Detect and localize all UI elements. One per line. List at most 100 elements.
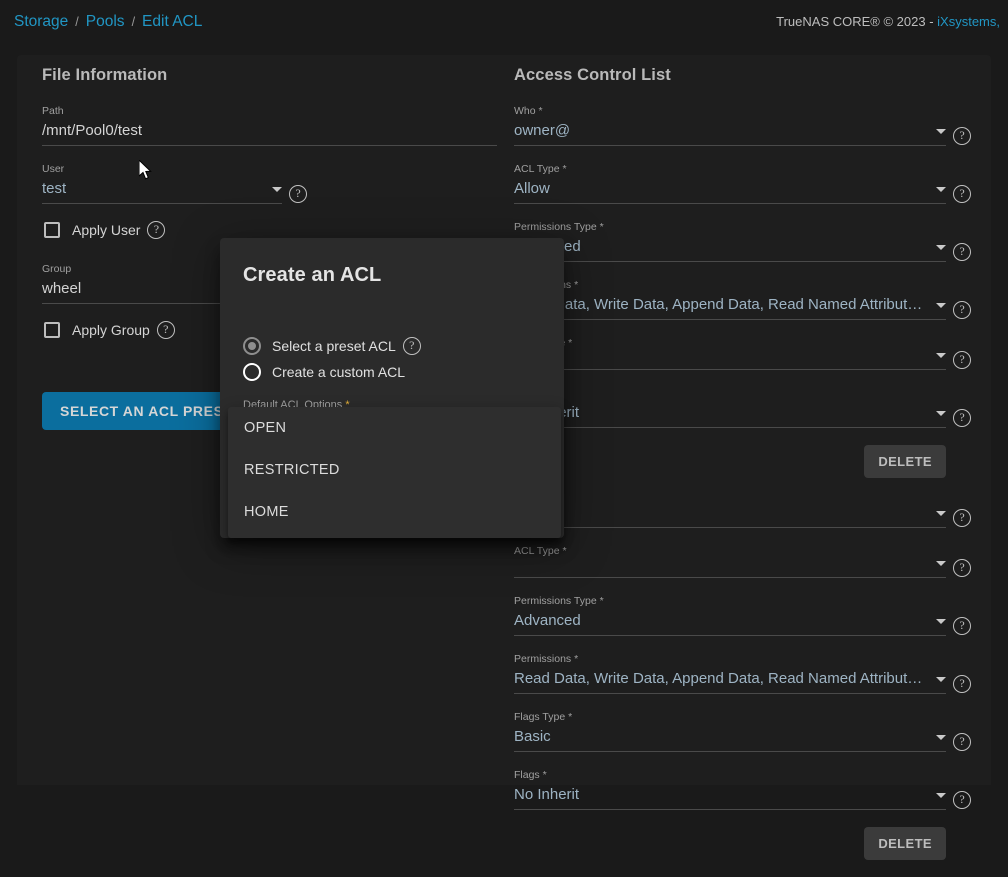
user-value[interactable]: test	[42, 179, 266, 198]
permissions-label: Permissions *	[514, 279, 946, 292]
flags-field[interactable]: Flags * No Inherit ?	[514, 387, 946, 428]
permissions-type-help-icon[interactable]: ?	[953, 243, 971, 261]
apply-group-help-icon[interactable]: ?	[157, 321, 175, 339]
radio-selected-icon[interactable]	[243, 337, 261, 355]
flags-type-help-icon[interactable]: ?	[953, 351, 971, 369]
delete-acl-entry-button[interactable]: DELETE	[864, 827, 946, 860]
access-control-list-title: Access Control List	[514, 66, 969, 85]
permissions-type-label: Permissions Type *	[514, 595, 946, 608]
dropdown-option-home[interactable]: HOME	[228, 491, 561, 533]
path-value: /mnt/Pool0/test	[42, 121, 497, 140]
breadcrumb-item-edit-acl[interactable]: Edit ACL	[136, 13, 208, 31]
flags-type-label: Flags Type *	[514, 337, 946, 350]
user-label: User	[42, 163, 282, 176]
radio-option-create-custom[interactable]: Create a custom ACL	[243, 363, 564, 381]
user-field[interactable]: User test ?	[42, 163, 282, 204]
chevron-down-icon[interactable]	[936, 353, 946, 358]
flags-type-label: Flags Type *	[514, 711, 946, 724]
flags-label: Flags *	[514, 769, 946, 782]
acl-type-label: ACL Type *	[514, 545, 946, 558]
path-field: Path /mnt/Pool0/test	[42, 105, 497, 146]
flags-help-icon[interactable]: ?	[953, 791, 971, 809]
apply-user-help-icon[interactable]: ?	[147, 221, 165, 239]
permissions-type-field[interactable]: Permissions Type * Advanced ?	[514, 221, 946, 262]
who-label: Who *	[514, 495, 946, 508]
permissions-label: Permissions *	[514, 653, 946, 666]
permissions-type-value[interactable]: Advanced	[514, 611, 930, 630]
chevron-down-icon[interactable]	[936, 303, 946, 308]
acl-type-field[interactable]: ACL Type * ?	[514, 545, 946, 578]
acl-entry-actions: DELETE	[514, 445, 946, 478]
apply-user-row[interactable]: Apply User ?	[44, 221, 497, 239]
chevron-down-icon[interactable]	[936, 793, 946, 798]
chevron-down-icon[interactable]	[936, 187, 946, 192]
permissions-field[interactable]: Permissions * Read Data, Write Data, App…	[514, 279, 946, 320]
radio-label-create-custom: Create a custom ACL	[272, 364, 405, 380]
flags-type-value[interactable]: Basic	[514, 727, 930, 746]
chevron-down-icon[interactable]	[936, 561, 946, 566]
apply-user-checkbox[interactable]	[44, 222, 60, 238]
flags-value[interactable]: No Inherit	[514, 403, 930, 422]
apply-group-checkbox[interactable]	[44, 322, 60, 338]
permissions-type-value[interactable]: Advanced	[514, 237, 930, 256]
delete-acl-entry-button[interactable]: DELETE	[864, 445, 946, 478]
chevron-down-icon[interactable]	[936, 129, 946, 134]
chevron-down-icon[interactable]	[936, 245, 946, 250]
user-help-icon[interactable]: ?	[289, 185, 307, 203]
acl-type-value[interactable]: Allow	[514, 179, 930, 198]
flags-label: Flags *	[514, 387, 946, 400]
flags-type-field[interactable]: Flags Type * ?	[514, 337, 946, 370]
chevron-down-icon[interactable]	[936, 735, 946, 740]
chevron-down-icon[interactable]	[272, 187, 282, 192]
who-help-icon[interactable]: ?	[953, 509, 971, 527]
permissions-value[interactable]: Read Data, Write Data, Append Data, Read…	[514, 669, 930, 688]
permissions-type-help-icon[interactable]: ?	[953, 617, 971, 635]
access-control-list-panel: Access Control List Who * owner@ ? ACL T…	[514, 66, 969, 877]
permissions-help-icon[interactable]: ?	[953, 301, 971, 319]
dropdown-option-restricted[interactable]: RESTRICTED	[228, 449, 561, 491]
permissions-value[interactable]: Read Data, Write Data, Append Data, Read…	[514, 295, 930, 314]
apply-user-label: Apply User	[72, 222, 140, 238]
acl-type-help-icon[interactable]: ?	[953, 185, 971, 203]
default-acl-options-dropdown[interactable]: OPEN RESTRICTED HOME	[228, 407, 561, 538]
apply-group-label: Apply Group	[72, 322, 150, 338]
acl-entry-actions: DELETE	[514, 827, 946, 860]
ixsystems-link[interactable]: iXsystems,	[937, 14, 1000, 29]
flags-field[interactable]: Flags * No Inherit ?	[514, 769, 946, 810]
breadcrumb-item-storage[interactable]: Storage	[8, 13, 74, 31]
who-value[interactable]: owner@	[514, 121, 930, 140]
flags-type-help-icon[interactable]: ?	[953, 733, 971, 751]
dropdown-option-open[interactable]: OPEN	[228, 407, 561, 449]
select-preset-help-icon[interactable]: ?	[403, 337, 421, 355]
chevron-down-icon[interactable]	[936, 619, 946, 624]
flags-type-field[interactable]: Flags Type * Basic ?	[514, 711, 946, 752]
dialog-title: Create an ACL	[243, 264, 564, 287]
chevron-down-icon[interactable]	[936, 677, 946, 682]
file-information-title: File Information	[42, 66, 497, 85]
radio-option-select-preset[interactable]: Select a preset ACL ?	[243, 337, 564, 355]
chevron-down-icon[interactable]	[936, 511, 946, 516]
radio-label-select-preset: Select a preset ACL	[272, 338, 396, 354]
flags-help-icon[interactable]: ?	[953, 409, 971, 427]
who-help-icon[interactable]: ?	[953, 127, 971, 145]
permissions-help-icon[interactable]: ?	[953, 675, 971, 693]
permissions-type-label: Permissions Type *	[514, 221, 946, 234]
path-label: Path	[42, 105, 497, 118]
acl-type-label: ACL Type *	[514, 163, 946, 176]
breadcrumb-item-pools[interactable]: Pools	[80, 13, 131, 31]
copyright-notice: TrueNAS CORE® © 2023 - iXsystems,	[776, 14, 1000, 29]
flags-value[interactable]: No Inherit	[514, 785, 930, 804]
permissions-type-field[interactable]: Permissions Type * Advanced ?	[514, 595, 946, 636]
copyright-text: TrueNAS CORE® © 2023 -	[776, 14, 937, 29]
acl-type-help-icon[interactable]: ?	[953, 559, 971, 577]
who-field[interactable]: Who * owner@ ?	[514, 105, 946, 146]
acl-type-field[interactable]: ACL Type * Allow ?	[514, 163, 946, 204]
who-field[interactable]: Who * ?	[514, 495, 946, 528]
acl-mode-radio-group: Select a preset ACL ? Create a custom AC…	[243, 337, 564, 381]
radio-unselected-icon[interactable]	[243, 363, 261, 381]
breadcrumb: Storage / Pools / Edit ACL	[8, 13, 208, 31]
top-bar: Storage / Pools / Edit ACL TrueNAS CORE®…	[0, 0, 1008, 43]
who-label: Who *	[514, 105, 946, 118]
chevron-down-icon[interactable]	[936, 411, 946, 416]
permissions-field[interactable]: Permissions * Read Data, Write Data, App…	[514, 653, 946, 694]
